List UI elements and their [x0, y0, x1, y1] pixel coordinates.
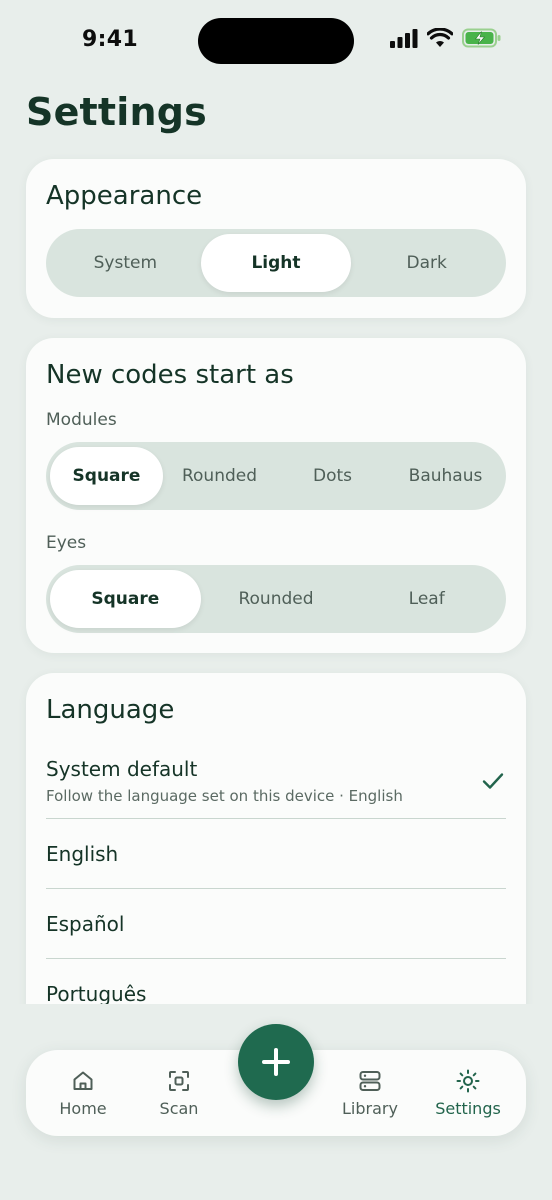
language-option-name: Español [46, 912, 125, 936]
tab-library[interactable]: Library [323, 1050, 417, 1136]
tab-library-label: Library [342, 1098, 398, 1118]
status-time: 9:41 [82, 27, 138, 52]
modules-segmented-control: Square Rounded Dots Bauhaus [46, 442, 506, 510]
eyes-option-square[interactable]: Square [50, 570, 201, 628]
modules-option-rounded[interactable]: Rounded [163, 447, 276, 505]
tab-scan[interactable]: Scan [132, 1050, 226, 1136]
appearance-title: Appearance [46, 181, 203, 211]
tab-settings-label: Settings [435, 1098, 501, 1118]
modules-option-square[interactable]: Square [50, 447, 163, 505]
tab-settings[interactable]: Settings [420, 1050, 516, 1136]
page-title: Settings [26, 90, 207, 134]
language-option-portugues[interactable]: Português [46, 982, 506, 1006]
create-code-button[interactable] [238, 1024, 314, 1100]
language-option-espanol[interactable]: Español [46, 912, 506, 936]
new-codes-card: New codes start as Modules Square Rounde… [26, 338, 526, 653]
checkmark-icon [482, 773, 504, 789]
modules-option-dots[interactable]: Dots [276, 447, 389, 505]
divider [46, 958, 506, 959]
language-option-description: Follow the language set on this device ·… [46, 787, 403, 805]
library-icon [359, 1070, 381, 1091]
tab-scan-label: Scan [159, 1098, 199, 1118]
divider [46, 818, 506, 819]
status-icons [390, 28, 502, 48]
appearance-option-system[interactable]: System [50, 234, 201, 292]
scan-icon [169, 1070, 189, 1091]
eyes-segmented-control: Square Rounded Leaf [46, 565, 506, 633]
language-option-name: System default [46, 757, 198, 781]
language-option-system-default[interactable]: System default Follow the language set o… [46, 757, 506, 805]
tab-home-label: Home [59, 1098, 107, 1118]
eyes-option-rounded[interactable]: Rounded [201, 570, 352, 628]
modules-option-bauhaus[interactable]: Bauhaus [389, 447, 502, 505]
language-option-name: English [46, 842, 119, 866]
language-card: Language System default Follow the langu… [26, 673, 526, 1033]
settings-icon [456, 1069, 480, 1092]
home-icon [73, 1071, 93, 1090]
appearance-option-light[interactable]: Light [200, 234, 352, 292]
new-codes-title: New codes start as [46, 360, 294, 390]
divider [46, 888, 506, 889]
wifi-icon [427, 28, 453, 47]
modules-label: Modules [46, 410, 117, 430]
appearance-card: Appearance System Light Dark [26, 159, 526, 318]
eyes-option-leaf[interactable]: Leaf [351, 570, 502, 628]
language-title: Language [46, 695, 175, 725]
language-option-english[interactable]: English [46, 842, 506, 866]
appearance-option-dark[interactable]: Dark [351, 234, 502, 292]
language-option-name: Português [46, 982, 147, 1006]
cellular-signal-icon [390, 29, 418, 48]
battery-charging-icon [462, 28, 501, 48]
eyes-label: Eyes [46, 533, 87, 553]
tab-home[interactable]: Home [36, 1050, 130, 1136]
dynamic-island [198, 18, 354, 64]
appearance-segmented-control: System Light Dark [46, 229, 506, 297]
plus-icon [262, 1048, 290, 1076]
status-bar: 9:41 [0, 0, 552, 84]
